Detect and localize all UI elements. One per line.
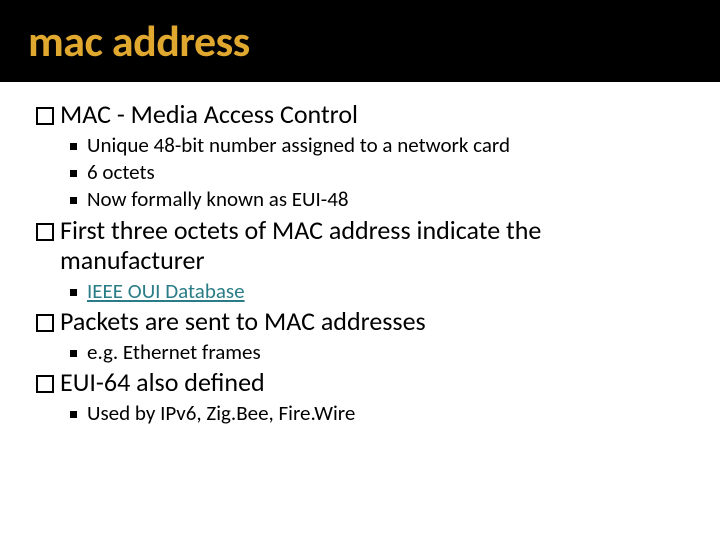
bullet-text: MAC - Media Access Control	[60, 100, 358, 130]
small-square-icon	[70, 170, 77, 177]
sub-bullet-item: 6 octets	[70, 159, 684, 186]
small-square-icon	[70, 197, 77, 204]
bullet-item: Packets are sent to MAC addresses	[36, 307, 684, 337]
ieee-oui-link[interactable]: IEEE OUI Database	[87, 278, 245, 305]
bullet-text: First three octets of MAC address indica…	[60, 216, 684, 276]
small-square-icon	[70, 143, 77, 150]
small-square-icon	[70, 350, 77, 357]
slide-body: MAC - Media Access Control Unique 48-bit…	[0, 82, 720, 429]
sub-bullet-text: 6 octets	[87, 159, 155, 186]
slide: mac address MAC - Media Access Control U…	[0, 0, 720, 540]
bullet-item: MAC - Media Access Control	[36, 100, 684, 130]
square-bullet-icon	[36, 223, 54, 241]
sub-bullet-item: IEEE OUI Database	[70, 278, 684, 305]
square-bullet-icon	[36, 375, 54, 393]
small-square-icon	[70, 289, 77, 296]
sub-bullet-text: Unique 48-bit number assigned to a netwo…	[87, 132, 510, 159]
sub-list: Used by IPv6, Zig.Bee, Fire.Wire	[70, 400, 684, 427]
sub-list: IEEE OUI Database	[70, 278, 684, 305]
sub-list: Unique 48-bit number assigned to a netwo…	[70, 132, 684, 214]
sub-bullet-item: e.g. Ethernet frames	[70, 339, 684, 366]
sub-bullet-text: e.g. Ethernet frames	[87, 339, 261, 366]
title-bar: mac address	[0, 0, 720, 82]
small-square-icon	[70, 411, 77, 418]
sub-bullet-item: Now formally known as EUI-48	[70, 186, 684, 213]
bullet-item: EUI-64 also defined	[36, 368, 684, 398]
square-bullet-icon	[36, 107, 54, 125]
sub-list: e.g. Ethernet frames	[70, 339, 684, 366]
sub-bullet-item: Used by IPv6, Zig.Bee, Fire.Wire	[70, 400, 684, 427]
slide-title: mac address	[28, 14, 692, 68]
bullet-text: EUI-64 also defined	[60, 368, 265, 398]
sub-bullet-text: Used by IPv6, Zig.Bee, Fire.Wire	[87, 400, 355, 427]
bullet-text: Packets are sent to MAC addresses	[60, 307, 426, 337]
sub-bullet-item: Unique 48-bit number assigned to a netwo…	[70, 132, 684, 159]
bullet-item: First three octets of MAC address indica…	[36, 216, 684, 276]
sub-bullet-text: Now formally known as EUI-48	[87, 186, 349, 213]
square-bullet-icon	[36, 314, 54, 332]
